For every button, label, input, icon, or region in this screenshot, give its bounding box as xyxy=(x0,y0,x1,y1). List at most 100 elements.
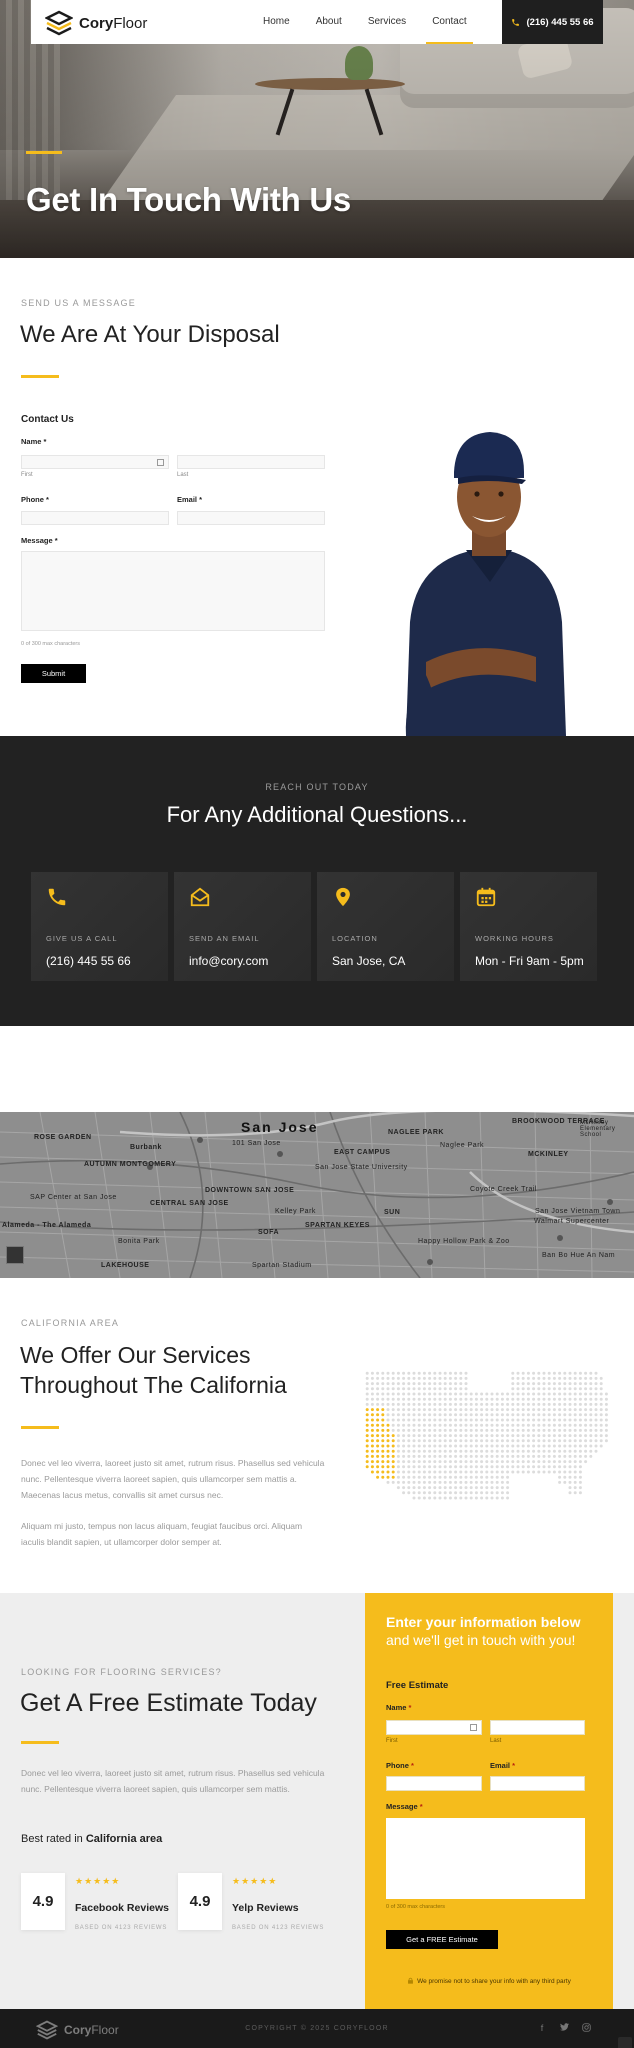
map-dot xyxy=(402,1397,406,1401)
map-dot xyxy=(448,1470,452,1474)
nav-home[interactable]: Home xyxy=(263,0,290,44)
map-dot xyxy=(558,1423,562,1427)
review-source-name[interactable]: Yelp Reviews xyxy=(232,1902,299,1914)
map-dot xyxy=(391,1480,395,1484)
map-dot xyxy=(422,1480,426,1484)
map-dot xyxy=(438,1491,442,1495)
map-dot xyxy=(480,1408,484,1412)
map-dot xyxy=(438,1454,442,1458)
map-dot xyxy=(386,1371,390,1375)
map-dot xyxy=(584,1444,588,1448)
map-dot xyxy=(402,1449,406,1453)
estimate-first-name-input[interactable] xyxy=(386,1720,482,1735)
nav-services[interactable]: Services xyxy=(368,0,406,44)
map-dot xyxy=(495,1491,499,1495)
map-dot xyxy=(376,1470,380,1474)
contact-card-location[interactable]: LOCATION San Jose, CA xyxy=(317,872,454,981)
widget-launcher-button[interactable] xyxy=(618,2037,632,2048)
contact-card-email[interactable]: SEND AN EMAIL info@cory.com xyxy=(174,872,311,981)
map-dot xyxy=(573,1392,577,1396)
estimate-email-input[interactable] xyxy=(490,1776,585,1791)
map-dot xyxy=(417,1434,421,1438)
first-name-input[interactable] xyxy=(21,455,169,469)
brand-logo[interactable]: CoryFloor xyxy=(45,10,147,36)
map-dot xyxy=(370,1402,374,1406)
map-dot xyxy=(459,1371,463,1375)
map-dot xyxy=(547,1392,551,1396)
map-dot xyxy=(448,1402,452,1406)
location-map[interactable]: San Jose NAGLEE PARK BROOKWOOD TERRACE M… xyxy=(0,1112,634,1278)
map-dot xyxy=(511,1397,515,1401)
map-dot xyxy=(464,1392,468,1396)
twitter-icon[interactable] xyxy=(559,2023,569,2033)
map-dot xyxy=(558,1480,562,1484)
map-dot xyxy=(547,1444,551,1448)
map-expand-button[interactable] xyxy=(6,1246,24,1264)
map-dot xyxy=(407,1439,411,1443)
map-dot xyxy=(568,1480,572,1484)
nav-about[interactable]: About xyxy=(316,0,342,44)
estimate-section: LOOKING FOR FLOORING SERVICES? Get A Fre… xyxy=(0,1593,634,2009)
message-label: Message * xyxy=(21,536,58,545)
map-dot xyxy=(558,1387,562,1391)
map-dot xyxy=(485,1491,489,1495)
card-value: San Jose, CA xyxy=(332,954,406,968)
map-dot xyxy=(438,1465,442,1469)
map-dot xyxy=(448,1387,452,1391)
map-dot xyxy=(599,1413,603,1417)
map-dot xyxy=(428,1480,432,1484)
contact-card-phone[interactable]: GIVE US A CALL (216) 445 55 66 xyxy=(31,872,168,981)
map-dot xyxy=(386,1408,390,1412)
map-dot xyxy=(407,1475,411,1479)
map-dot xyxy=(422,1470,426,1474)
estimate-message-textarea[interactable] xyxy=(386,1818,585,1899)
map-dot xyxy=(480,1449,484,1453)
estimate-phone-label: Phone * xyxy=(386,1761,414,1770)
get-estimate-button[interactable]: Get a FREE Estimate xyxy=(386,1930,498,1949)
map-dot xyxy=(386,1397,390,1401)
map-dot xyxy=(506,1408,510,1412)
map-dot xyxy=(485,1444,489,1448)
map-dot xyxy=(495,1439,499,1443)
contact-submit-button[interactable]: Submit xyxy=(21,664,86,683)
map-label: Burbank xyxy=(130,1144,162,1151)
map-dot xyxy=(506,1475,510,1479)
map-dot xyxy=(573,1376,577,1380)
map-dot xyxy=(433,1413,437,1417)
map-dot xyxy=(396,1382,400,1386)
contact-card-hours[interactable]: WORKING HOURS Mon - Fri 9am - 5pm xyxy=(460,872,597,981)
map-dot xyxy=(584,1371,588,1375)
estimate-title: Get A Free Estimate Today xyxy=(20,1689,317,1717)
map-dot xyxy=(422,1460,426,1464)
email-input[interactable] xyxy=(177,511,325,525)
map-dot xyxy=(542,1444,546,1448)
map-dot xyxy=(604,1402,608,1406)
facebook-icon[interactable]: f xyxy=(537,2023,547,2033)
message-textarea[interactable] xyxy=(21,551,325,631)
phone-icon xyxy=(48,888,66,906)
last-name-input[interactable] xyxy=(177,455,325,469)
map-dot xyxy=(474,1449,478,1453)
map-dot xyxy=(386,1480,390,1484)
review-source-name[interactable]: Facebook Reviews xyxy=(75,1902,169,1914)
map-dot xyxy=(459,1460,463,1464)
map-dot xyxy=(417,1454,421,1458)
nav-phone-button[interactable]: (216) 445 55 66 xyxy=(502,0,603,44)
estimate-panel-subtitle: and we'll get in touch with you! xyxy=(386,1632,576,1648)
instagram-icon[interactable] xyxy=(581,2023,591,2033)
map-dot xyxy=(604,1408,608,1412)
map-dot xyxy=(516,1449,520,1453)
map-dot xyxy=(365,1387,369,1391)
estimate-phone-input[interactable] xyxy=(386,1776,482,1791)
map-dot xyxy=(485,1413,489,1417)
estimate-last-name-input[interactable] xyxy=(490,1720,585,1735)
map-dot xyxy=(521,1392,525,1396)
map-dot xyxy=(459,1475,463,1479)
map-dot xyxy=(417,1392,421,1396)
map-dot xyxy=(474,1397,478,1401)
map-dot xyxy=(563,1371,567,1375)
map-dot xyxy=(428,1465,432,1469)
map-dot xyxy=(402,1470,406,1474)
nav-contact[interactable]: Contact xyxy=(426,0,474,44)
phone-input[interactable] xyxy=(21,511,169,525)
